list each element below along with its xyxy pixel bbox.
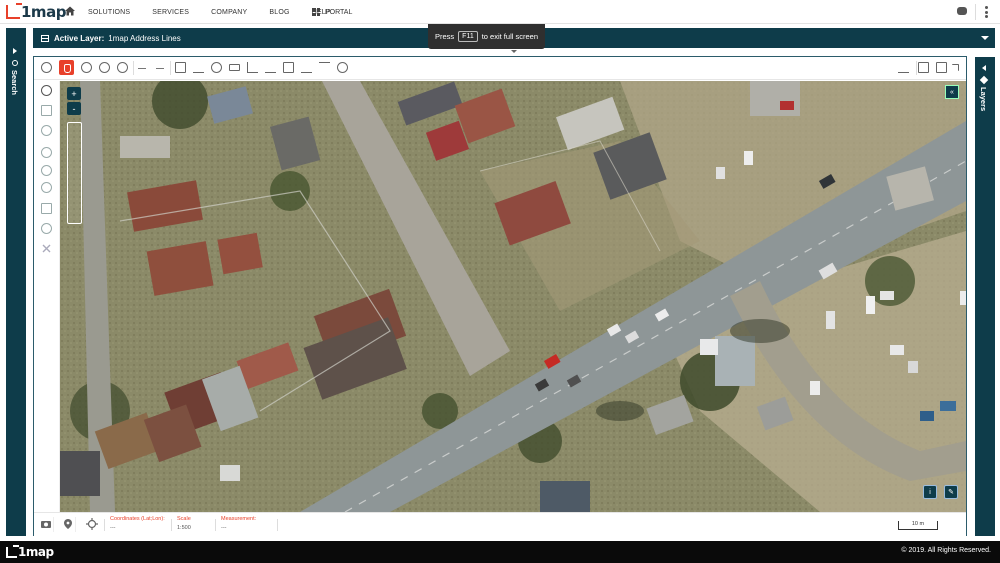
aerial-imagery <box>60 81 966 512</box>
line-icon[interactable] <box>247 62 258 73</box>
more-menu-icon[interactable] <box>985 6 988 18</box>
layers-panel-label: Layers <box>979 87 988 112</box>
logo-mark-icon <box>6 544 19 558</box>
layout-icon[interactable] <box>936 62 947 73</box>
corner-icon[interactable] <box>265 62 276 73</box>
map-statusbar: Coordinates (Lat;Lon): --- Scale 1:500 M… <box>34 512 966 536</box>
polyline-icon[interactable] <box>41 165 52 176</box>
print-icon[interactable] <box>283 62 294 73</box>
map-side-tools <box>34 81 60 512</box>
fullscreen-hint: Press F11 to exit full screen <box>428 24 545 49</box>
nav-link-company[interactable]: COMPANY <box>211 9 247 16</box>
binoculars-icon[interactable] <box>918 62 929 73</box>
move-icon[interactable] <box>41 223 52 234</box>
download-icon[interactable] <box>301 62 312 73</box>
scale-readout: Scale 1:500 <box>177 516 191 531</box>
delete-icon[interactable] <box>41 241 52 253</box>
camera-icon[interactable] <box>38 517 54 532</box>
grid-icon <box>312 8 320 16</box>
binoculars-icon[interactable] <box>41 85 52 96</box>
polygon-icon[interactable] <box>41 147 52 158</box>
expand-icon[interactable] <box>952 64 959 71</box>
help-icon[interactable] <box>41 62 52 73</box>
search-icon <box>11 60 18 66</box>
footer-logo[interactable]: 1map <box>6 544 54 559</box>
nav-link-solutions[interactable]: SOLUTIONS <box>88 9 130 16</box>
expand-right-icon <box>12 48 17 54</box>
globe-icon[interactable] <box>81 62 92 73</box>
crosshair-icon[interactable] <box>84 517 100 532</box>
pencil-icon[interactable] <box>41 203 52 214</box>
grid-icon[interactable] <box>175 62 186 73</box>
search-panel-label: Search <box>10 70 19 96</box>
download-icon[interactable] <box>898 62 909 73</box>
active-layer-label: Active Layer: <box>54 33 105 43</box>
upload-icon[interactable] <box>319 62 330 73</box>
collapse-panel-button[interactable]: « <box>945 85 959 99</box>
elevation-icon[interactable] <box>193 62 204 73</box>
logo-mark-icon <box>6 3 22 19</box>
chat-icon[interactable] <box>957 7 967 15</box>
location-pin-icon[interactable] <box>60 517 76 532</box>
zoom-control: + - <box>67 87 82 224</box>
nav-link-services[interactable]: SERVICES <box>152 9 189 16</box>
coordinates-readout: Coordinates (Lat;Lon): --- <box>110 516 165 531</box>
layers-panel-toggle[interactable]: Layers <box>975 57 995 536</box>
home-icon[interactable] <box>64 5 76 17</box>
layers-icon <box>979 75 988 85</box>
rectangle-icon[interactable] <box>229 64 240 71</box>
map-viewer: + - « i ✎ Coordinates (Lat;Lon): --- Sca… <box>33 56 967 536</box>
f11-key: F11 <box>458 31 478 42</box>
active-layer-value: 1map Address Lines <box>108 33 181 43</box>
zoom-in-button[interactable]: + <box>67 87 81 100</box>
table-icon <box>41 34 49 42</box>
expand-left-icon <box>981 65 986 71</box>
map-canvas[interactable]: + - <box>60 81 966 512</box>
freehand-icon[interactable] <box>41 182 52 193</box>
nav-divider <box>975 4 976 20</box>
zoom-slider[interactable] <box>67 122 82 224</box>
measurement-readout: Measurement: --- <box>221 516 257 531</box>
zoom-out-icon[interactable] <box>117 62 128 73</box>
footer: 1map © 2019. All Rights Reserved. <box>0 541 1000 563</box>
zoom-out-button[interactable]: - <box>67 102 81 115</box>
top-navbar: 1map SOLUTIONS SERVICES COMPANY BLOG HEL… <box>0 0 1000 24</box>
edit-button[interactable]: ✎ <box>944 485 958 499</box>
pan-hand-icon[interactable] <box>59 60 74 75</box>
back-arrow-icon[interactable] <box>138 68 146 69</box>
chevron-down-icon <box>981 36 989 40</box>
map-toolbar <box>34 57 966 80</box>
nav-link-portal[interactable]: PORTAL <box>312 0 352 24</box>
nav-link-blog[interactable]: BLOG <box>269 9 289 16</box>
copyright-text: © 2019. All Rights Reserved. <box>901 547 991 554</box>
search-panel-toggle[interactable]: Search <box>6 28 26 536</box>
info-button[interactable]: i <box>923 485 937 499</box>
scale-bar: 10 m <box>898 521 938 530</box>
point-icon[interactable] <box>41 125 52 136</box>
target-icon[interactable] <box>337 62 348 73</box>
forward-arrow-icon[interactable] <box>156 68 164 69</box>
brand-logo[interactable]: 1map <box>6 3 66 21</box>
fullscreen-caret-icon <box>511 50 517 53</box>
zoom-in-icon[interactable] <box>99 62 110 73</box>
map-icon[interactable] <box>41 105 52 116</box>
circle-icon[interactable] <box>211 62 222 73</box>
